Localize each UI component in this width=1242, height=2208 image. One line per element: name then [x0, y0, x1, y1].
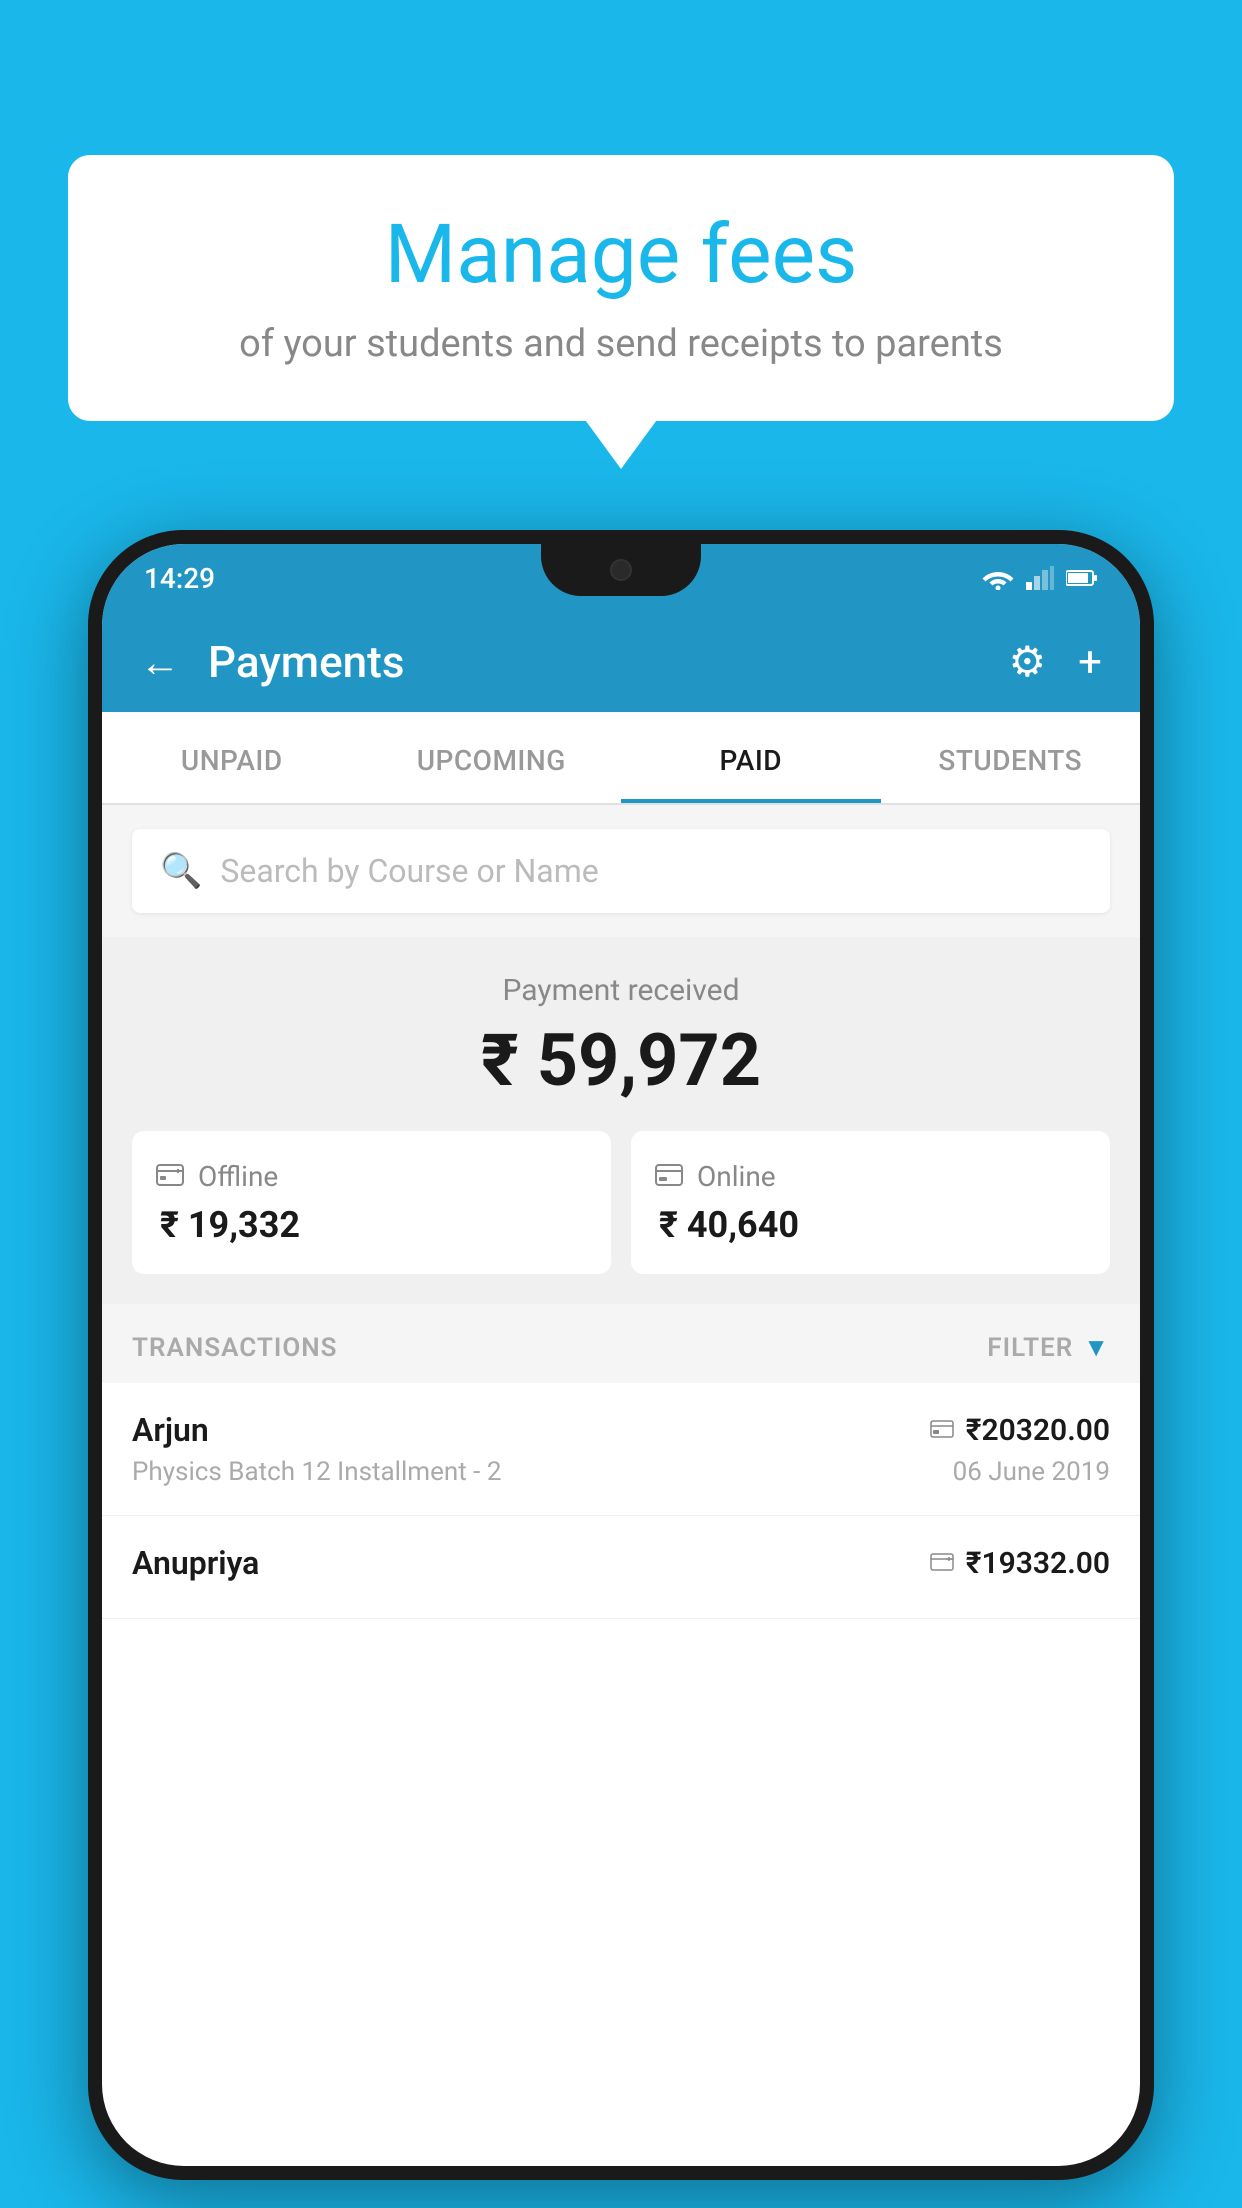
- transaction-item[interactable]: Anupriya ₹19332.00: [102, 1516, 1140, 1619]
- status-bar: 14:29: [102, 544, 1140, 612]
- speech-bubble-subtitle: of your students and send receipts to pa…: [128, 322, 1114, 366]
- wifi-icon: [982, 566, 1014, 590]
- back-button[interactable]: ←: [140, 639, 180, 686]
- speech-bubble-container: Manage fees of your students and send re…: [68, 155, 1174, 421]
- search-icon: 🔍: [160, 851, 202, 891]
- battery-icon: [1066, 569, 1098, 587]
- search-bar[interactable]: 🔍 Search by Course or Name: [132, 829, 1110, 913]
- header-actions: ⚙ +: [1009, 637, 1103, 687]
- transaction-type-icon: [930, 1415, 954, 1445]
- tab-unpaid[interactable]: UNPAID: [102, 712, 362, 803]
- online-payment-card: Online ₹ 40,640: [631, 1131, 1110, 1274]
- transaction-name: Arjun: [132, 1411, 209, 1449]
- payment-summary: Payment received ₹ 59,972: [102, 937, 1140, 1304]
- transactions-header: TRANSACTIONS FILTER ▼: [102, 1304, 1140, 1383]
- online-card-header: Online: [655, 1159, 776, 1194]
- notch: [541, 544, 701, 596]
- offline-payment-card: Offline ₹ 19,332: [132, 1131, 611, 1274]
- online-payment-icon: [655, 1159, 683, 1194]
- speech-bubble-title: Manage fees: [128, 210, 1114, 300]
- search-bar-container: 🔍 Search by Course or Name: [102, 805, 1140, 937]
- phone-inner: 14:29: [102, 544, 1140, 2166]
- transaction-amount: ₹19332.00: [966, 1546, 1110, 1581]
- transaction-item[interactable]: Arjun ₹20320.00: [102, 1383, 1140, 1516]
- transaction-description: Physics Batch 12 Installment - 2: [132, 1457, 501, 1487]
- app-header: ← Payments ⚙ +: [102, 612, 1140, 712]
- settings-icon[interactable]: ⚙: [1009, 637, 1047, 687]
- transaction-top-row: Anupriya ₹19332.00: [132, 1544, 1110, 1582]
- status-time: 14:29: [144, 562, 215, 595]
- online-label: Online: [697, 1160, 776, 1193]
- payment-received-label: Payment received: [132, 973, 1110, 1008]
- online-amount: ₹ 40,640: [655, 1204, 799, 1246]
- camera-cutout: [610, 559, 632, 581]
- phone-frame: 14:29: [88, 530, 1154, 2180]
- offline-label: Offline: [198, 1160, 278, 1193]
- tab-paid[interactable]: PAID: [621, 712, 881, 803]
- tabs-bar: UNPAID UPCOMING PAID STUDENTS: [102, 712, 1140, 805]
- signal-icon: [1026, 566, 1054, 590]
- transaction-type-icon: [930, 1548, 954, 1578]
- offline-card-header: Offline: [156, 1159, 278, 1194]
- offline-payment-icon: [156, 1159, 184, 1194]
- status-icons: [982, 566, 1098, 590]
- filter-button[interactable]: FILTER ▼: [987, 1332, 1110, 1363]
- tab-students[interactable]: STUDENTS: [881, 712, 1141, 803]
- search-input[interactable]: Search by Course or Name: [220, 852, 598, 890]
- transaction-amount-container: ₹19332.00: [930, 1546, 1110, 1581]
- offline-amount: ₹ 19,332: [156, 1204, 300, 1246]
- add-icon[interactable]: +: [1078, 638, 1102, 687]
- transaction-bottom-row: Physics Batch 12 Installment - 2 06 June…: [132, 1457, 1110, 1487]
- speech-bubble: Manage fees of your students and send re…: [68, 155, 1174, 421]
- filter-icon: ▼: [1083, 1332, 1110, 1363]
- transaction-date: 06 June 2019: [953, 1457, 1110, 1487]
- filter-label: FILTER: [987, 1333, 1073, 1363]
- transactions-label: TRANSACTIONS: [132, 1333, 338, 1363]
- transaction-name: Anupriya: [132, 1544, 259, 1582]
- screen-content: 🔍 Search by Course or Name Payment recei…: [102, 805, 1140, 2166]
- page-title: Payments: [208, 636, 981, 688]
- transaction-amount: ₹20320.00: [966, 1413, 1110, 1448]
- transaction-list: Arjun ₹20320.00: [102, 1383, 1140, 1619]
- tab-upcoming[interactable]: UPCOMING: [362, 712, 622, 803]
- transaction-amount-container: ₹20320.00: [930, 1413, 1110, 1448]
- transaction-top-row: Arjun ₹20320.00: [132, 1411, 1110, 1449]
- payment-cards: Offline ₹ 19,332: [132, 1131, 1110, 1274]
- payment-total-amount: ₹ 59,972: [132, 1018, 1110, 1103]
